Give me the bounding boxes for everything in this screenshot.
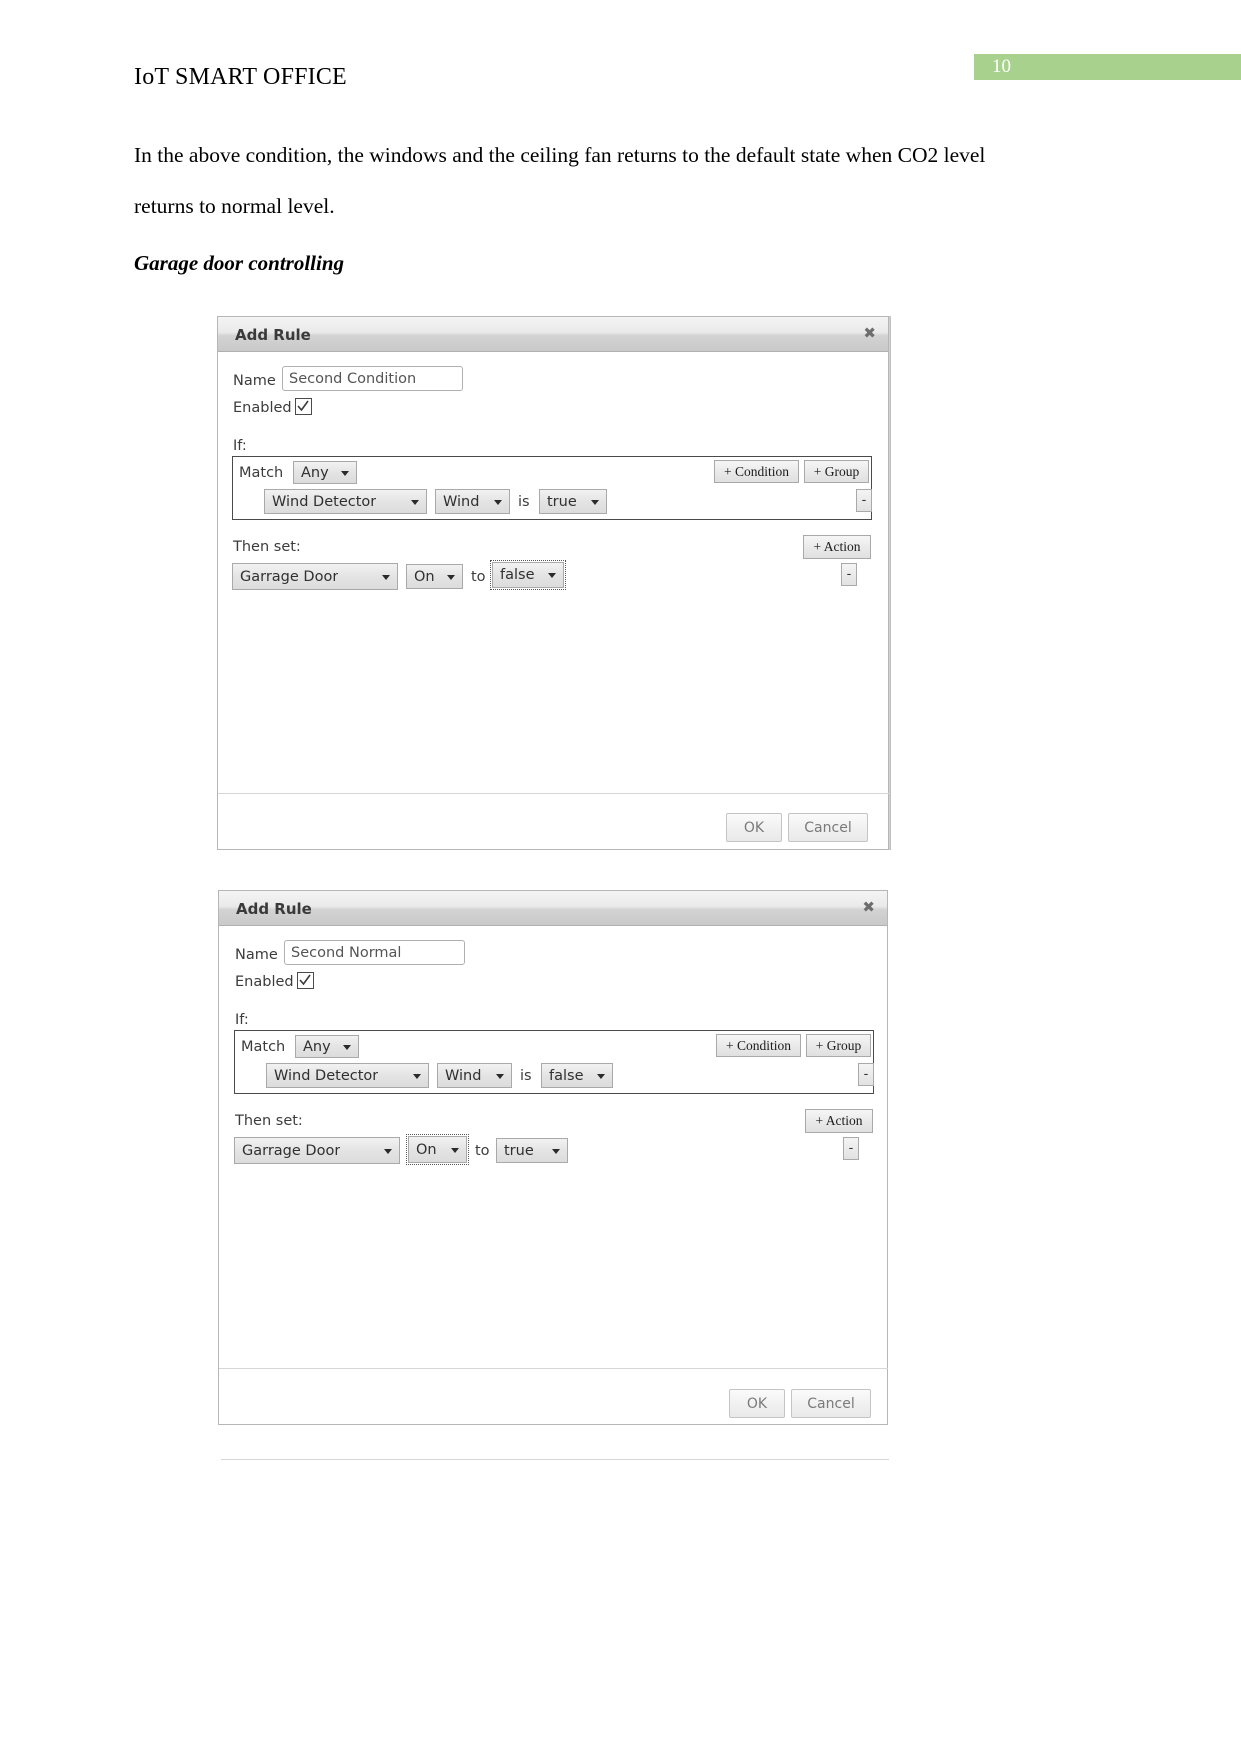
check-icon	[299, 974, 311, 986]
remove-action-button[interactable]: -	[843, 1137, 859, 1160]
footer-divider	[218, 793, 889, 794]
condition-operator-label: is	[520, 1068, 532, 1084]
cancel-button[interactable]: Cancel	[788, 813, 868, 842]
action-value-text: true	[504, 1142, 534, 1159]
chevron-down-icon	[548, 573, 556, 578]
enabled-label: Enabled	[235, 974, 294, 990]
condition-device-value: Wind Detector	[272, 493, 377, 510]
condition-group-panel: Match Any + Condition + Group Wind Detec…	[234, 1030, 874, 1094]
screenshot-add-rule-1: Add Rule ✖ Name Enabled If: Match Any	[217, 316, 891, 850]
condition-device-select[interactable]: Wind Detector	[264, 489, 427, 514]
chevron-down-icon	[341, 470, 349, 476]
dialog-titlebar: Add Rule ✖	[219, 891, 887, 926]
remove-condition-button[interactable]: -	[858, 1063, 874, 1086]
dialog-body: Name Enabled If: Match Any + Condition +…	[219, 926, 889, 1460]
body-paragraph: In the above condition, the windows and …	[134, 143, 986, 218]
chevron-down-icon	[496, 1073, 504, 1079]
then-set-label: Then set:	[233, 539, 301, 555]
condition-property-select[interactable]: Wind	[435, 489, 510, 514]
enabled-label: Enabled	[233, 400, 292, 416]
if-label: If:	[235, 1012, 249, 1028]
condition-device-value: Wind Detector	[274, 1067, 379, 1084]
chevron-down-icon	[382, 574, 390, 580]
chevron-down-icon	[413, 1073, 421, 1079]
cancel-button[interactable]: Cancel	[791, 1389, 871, 1418]
condition-device-select[interactable]: Wind Detector	[266, 1063, 429, 1088]
match-label: Match	[241, 1039, 286, 1055]
enabled-checkbox[interactable]	[295, 398, 312, 415]
chevron-down-icon	[552, 1148, 560, 1154]
chevron-down-icon	[494, 499, 502, 505]
action-property-value: On	[414, 568, 435, 585]
check-icon	[297, 400, 309, 412]
chevron-down-icon	[447, 574, 455, 580]
add-rule-dialog: Add Rule ✖ Name Enabled If: Match Any + …	[218, 890, 889, 1460]
action-value-select[interactable]: true	[496, 1138, 568, 1163]
rule-name-input[interactable]	[284, 940, 465, 965]
add-condition-button[interactable]: + Condition	[716, 1034, 801, 1057]
dialog-titlebar: Add Rule ✖	[218, 317, 888, 352]
dialog-title: Add Rule	[236, 900, 312, 918]
rule-name-input[interactable]	[282, 366, 463, 391]
section-subheading: Garage door controlling	[134, 251, 345, 275]
condition-operator-label: is	[518, 494, 530, 510]
name-label: Name	[233, 373, 276, 389]
chevron-down-icon	[591, 499, 599, 505]
ok-button[interactable]: OK	[726, 813, 782, 842]
name-label: Name	[235, 947, 278, 963]
chevron-down-icon	[384, 1148, 392, 1154]
condition-value-text: true	[547, 493, 577, 510]
condition-property-value: Wind	[445, 1067, 482, 1084]
action-property-select[interactable]: On	[406, 564, 463, 589]
condition-property-select[interactable]: Wind	[437, 1063, 512, 1088]
chevron-down-icon	[343, 1044, 351, 1050]
add-rule-dialog: Add Rule ✖ Name Enabled If: Match Any	[217, 316, 889, 850]
page-number: 10	[992, 56, 1011, 77]
footer-divider	[219, 1368, 888, 1369]
add-group-button[interactable]: + Group	[806, 1034, 871, 1057]
then-set-label: Then set:	[235, 1113, 303, 1129]
condition-value-text: false	[549, 1067, 584, 1084]
add-condition-button[interactable]: + Condition	[714, 460, 799, 483]
ok-button[interactable]: OK	[729, 1389, 785, 1418]
page-title: IoT SMART OFFICE	[134, 64, 347, 90]
enabled-checkbox[interactable]	[297, 972, 314, 989]
action-value-text: false	[500, 567, 535, 583]
match-select[interactable]: Any	[293, 461, 357, 484]
action-property-select[interactable]: On	[406, 1134, 469, 1165]
close-icon[interactable]: ✖	[862, 899, 875, 915]
remove-action-button[interactable]: -	[841, 563, 857, 586]
action-value-select[interactable]: false	[490, 560, 566, 590]
match-select-value: Any	[303, 1038, 331, 1055]
condition-value-select[interactable]: false	[541, 1063, 613, 1088]
match-select-value: Any	[301, 464, 329, 481]
action-device-value: Garrage Door	[242, 1142, 341, 1159]
chevron-down-icon	[411, 499, 419, 505]
chevron-down-icon	[597, 1073, 605, 1079]
dialog-body: Name Enabled If: Match Any + Condition +	[218, 352, 889, 850]
add-action-button[interactable]: + Action	[803, 535, 871, 559]
match-label: Match	[239, 465, 284, 481]
add-action-button[interactable]: + Action	[805, 1109, 873, 1133]
close-icon[interactable]: ✖	[863, 325, 876, 341]
action-device-select[interactable]: Garrage Door	[232, 563, 398, 590]
action-device-value: Garrage Door	[240, 568, 339, 585]
page-number-badge: 10	[974, 54, 1241, 80]
action-connector-label: to	[471, 569, 486, 585]
condition-value-select[interactable]: true	[539, 489, 607, 514]
dialog-title: Add Rule	[235, 326, 311, 344]
screenshot-add-rule-2: Add Rule ✖ Name Enabled If: Match Any + …	[218, 890, 890, 1460]
match-select[interactable]: Any	[295, 1035, 359, 1058]
remove-condition-button[interactable]: -	[856, 489, 872, 512]
condition-property-value: Wind	[443, 493, 480, 510]
chevron-down-icon	[451, 1147, 459, 1153]
if-label: If:	[233, 438, 247, 454]
condition-group-panel: Match Any + Condition + Group Wind Detec…	[232, 456, 872, 520]
screenshot-bottom-edge	[221, 1459, 889, 1460]
action-connector-label: to	[475, 1143, 490, 1159]
action-device-select[interactable]: Garrage Door	[234, 1137, 400, 1164]
add-group-button[interactable]: + Group	[804, 460, 869, 483]
action-property-value: On	[416, 1141, 437, 1158]
